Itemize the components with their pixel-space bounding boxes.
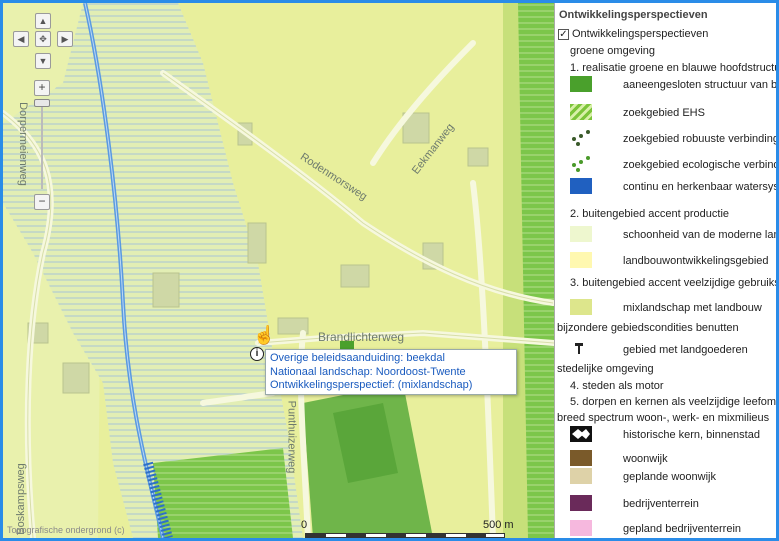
legend-swatch <box>570 468 592 484</box>
legend-panel[interactable]: Ontwikkelingsperspectieven ✓ Ontwikkelin… <box>554 3 779 538</box>
scale-bar-graphic <box>305 533 505 538</box>
zoom-out-button[interactable]: − <box>34 194 50 210</box>
legend-item-label: zoekgebied EHS <box>623 107 705 119</box>
pan-center-button[interactable]: ✥ <box>35 31 51 47</box>
legend-item-label: woonwijk <box>623 453 668 465</box>
layer-label: Ontwikkelingsperspectieven <box>572 28 709 40</box>
legend-heading: bijzondere gebiedscondities benutten <box>557 322 739 334</box>
zoom-in-button[interactable]: + <box>34 80 50 96</box>
legend-heading: 4. steden als motor <box>570 380 664 392</box>
pan-down-button[interactable]: ▼ <box>35 53 51 69</box>
legend-swatch <box>570 130 592 146</box>
legend-item-label: gepland bedrijventerrein <box>623 523 742 535</box>
legend-item-label: bedrijventerrein <box>623 498 699 510</box>
legend-swatch <box>570 495 592 511</box>
map-view[interactable]: ▲ ◀ ✥ ▶ ▼ + − Dorpermeienweg Rodenmorswe… <box>3 3 554 538</box>
legend-item-label: landbouwontwikkelingsgebied <box>623 255 769 267</box>
road-label: Dorpermeienweg <box>16 102 29 186</box>
map-canvas[interactable] <box>3 3 554 538</box>
legend-item: zoekgebied robuuste verbindingen <box>555 130 779 152</box>
legend-item-label: zoekgebied ecologische verbindingen <box>623 159 779 171</box>
legend-swatch <box>570 178 592 194</box>
legend-swatch <box>570 104 592 120</box>
legend-item: bedrijventerrein <box>555 495 776 517</box>
legend-swatch <box>570 226 592 242</box>
map-copyright: Topografische ondergrond (c) <box>7 525 125 535</box>
app-frame: ▲ ◀ ✥ ▶ ▼ + − Dorpermeienweg Rodenmorswe… <box>0 0 779 541</box>
legend-title: Ontwikkelingsperspectieven <box>559 9 708 21</box>
legend-heading: 5. dorpen en kernen als veelzijdige leef… <box>570 396 777 408</box>
legend-item-label: historische kern, binnenstad <box>623 429 760 441</box>
legend-item: landbouwontwikkelingsgebied <box>555 252 776 274</box>
feature-info-popup: Overige beleidsaanduiding: beekdal Natio… <box>265 349 517 395</box>
legend-item: zoekgebied ecologische verbindingen <box>555 156 779 178</box>
legend-swatch <box>570 520 592 536</box>
legend-swatch <box>570 252 592 268</box>
legend-item: historische kern, binnenstad <box>555 426 776 448</box>
popup-line: Ontwikkelingsperspectief: (mixlandschap) <box>270 379 473 391</box>
scale-bar: 0 500 m <box>301 519 527 538</box>
pan-right-button[interactable]: ▶ <box>57 31 73 47</box>
legend-item: aaneengesloten structuur van bos en natu… <box>555 76 778 98</box>
pan-up-button[interactable]: ▲ <box>35 13 51 29</box>
scale-start-label: 0 <box>301 519 308 531</box>
road-label: Punthuizerweg <box>285 400 298 474</box>
legend-swatch <box>570 156 592 172</box>
info-icon[interactable]: i <box>250 347 264 361</box>
popup-line: Nationaal landschap: Noordoost-Twente <box>270 365 466 378</box>
legend-swatch <box>570 341 592 357</box>
legend-item: schoonheid van de moderne landbouw <box>555 226 779 248</box>
legend-item-label: schoonheid van de moderne landbouw <box>623 229 779 241</box>
legend-swatch <box>570 450 592 466</box>
legend-swatch <box>570 76 592 92</box>
legend-heading: 2. buitengebied accent productie <box>570 208 730 220</box>
popup-line: Overige beleidsaanduiding: beekdal <box>270 352 445 364</box>
legend-item: mixlandschap met landbouw <box>555 299 776 321</box>
legend-swatch <box>570 299 592 315</box>
legend-item: zoekgebied EHS <box>555 104 776 126</box>
legend-heading: groene omgeving <box>570 45 656 57</box>
layer-checkbox[interactable]: ✓ <box>558 29 569 40</box>
road-label: Brandlichterweg <box>318 330 405 344</box>
pan-control: ▲ ◀ ✥ ▶ ▼ <box>13 13 73 73</box>
pan-left-button[interactable]: ◀ <box>13 31 29 47</box>
legend-item-label: gebied met landgoederen <box>623 344 748 356</box>
zoom-slider-track[interactable] <box>41 99 43 189</box>
legend-heading: 3. buitengebied accent veelzijdige gebru… <box>570 277 776 289</box>
legend-swatch <box>570 426 592 442</box>
legend-item: geplande woonwijk <box>555 468 776 490</box>
legend-item-label: zoekgebied robuuste verbindingen <box>623 133 779 145</box>
legend-item: gebied met landgoederen <box>555 341 776 363</box>
scale-end-label: 500 m <box>483 519 514 531</box>
legend-item: gepland bedrijventerrein <box>555 520 776 538</box>
legend-heading: breed spectrum woon-, werk- en mixmilieu… <box>557 412 770 424</box>
legend-heading: 1. realisatie groene en blauwe hoofdstru… <box>570 62 779 74</box>
legend-item-label: continu en herkenbaar watersysteem <box>623 181 779 193</box>
legend-heading: stedelijke omgeving <box>557 363 654 375</box>
legend-item: continu en herkenbaar watersysteem <box>555 178 779 200</box>
legend-item-label: geplande woonwijk <box>623 471 716 483</box>
zoom-slider-thumb[interactable] <box>34 99 50 107</box>
legend-item-label: aaneengesloten structuur van bos en natu… <box>623 79 778 91</box>
legend-item-label: mixlandschap met landbouw <box>623 302 762 314</box>
hand-cursor-icon: ☝ <box>253 325 276 345</box>
